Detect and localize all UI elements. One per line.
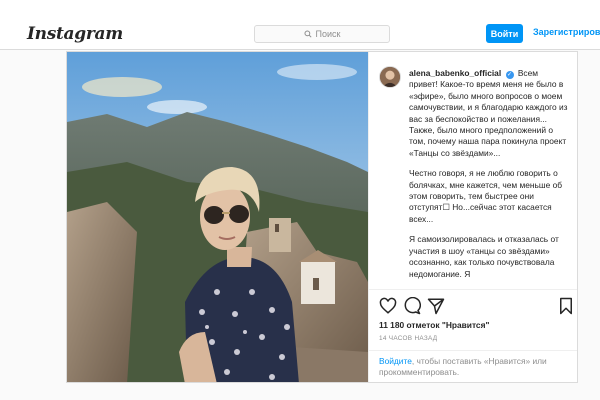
post-card: alena_babenko_official ✓ Всем привет! Ка… [66,51,578,383]
search-input[interactable]: Поиск [254,25,390,43]
avatar-image [380,67,400,87]
likes-count[interactable]: 11 180 отметок "Нравится" [379,320,489,330]
save-icon [560,297,572,315]
signup-link[interactable]: Зарегистрироваться [533,27,600,37]
caption-paragraph-3: Я самоизолировалась и отказалась от учас… [409,234,559,279]
like-button[interactable] [379,297,397,315]
instagram-logo[interactable]: Instagram [27,24,123,44]
login-prompt: Войдите, чтобы поставить «Нравится» или … [379,356,575,379]
save-button[interactable] [557,297,575,315]
photo-image [67,52,368,382]
login-link[interactable]: Войдите [379,356,412,366]
caption-paragraph-1: Всем привет! Какое-то время меня не было… [409,68,568,158]
post-sidebar: alena_babenko_official ✓ Всем привет! Ка… [368,52,577,382]
search-placeholder: Поиск [315,29,341,39]
comment-icon [404,296,422,315]
username-link[interactable]: alena_babenko_official [409,68,501,78]
share-icon [427,298,445,315]
avatar[interactable] [379,66,401,88]
divider [369,350,577,351]
heart-icon [379,297,397,314]
caption-paragraph-2: Честно говоря, я не люблю говорить о бол… [409,168,563,224]
login-button[interactable]: Войти [486,24,523,43]
top-navigation-bar: Instagram Поиск Войти Зарегистрироваться [0,0,600,50]
share-button[interactable] [427,297,445,315]
divider [369,289,577,290]
post-actions [379,296,575,315]
verified-badge-icon: ✓ [505,71,514,79]
post-caption: alena_babenko_official ✓ Всем привет! Ка… [409,68,569,300]
post-timestamp[interactable]: 14 ЧАСОВ НАЗАД [379,335,437,342]
search-icon [303,30,312,38]
post-photo[interactable] [67,52,368,382]
comment-button[interactable] [403,296,422,315]
